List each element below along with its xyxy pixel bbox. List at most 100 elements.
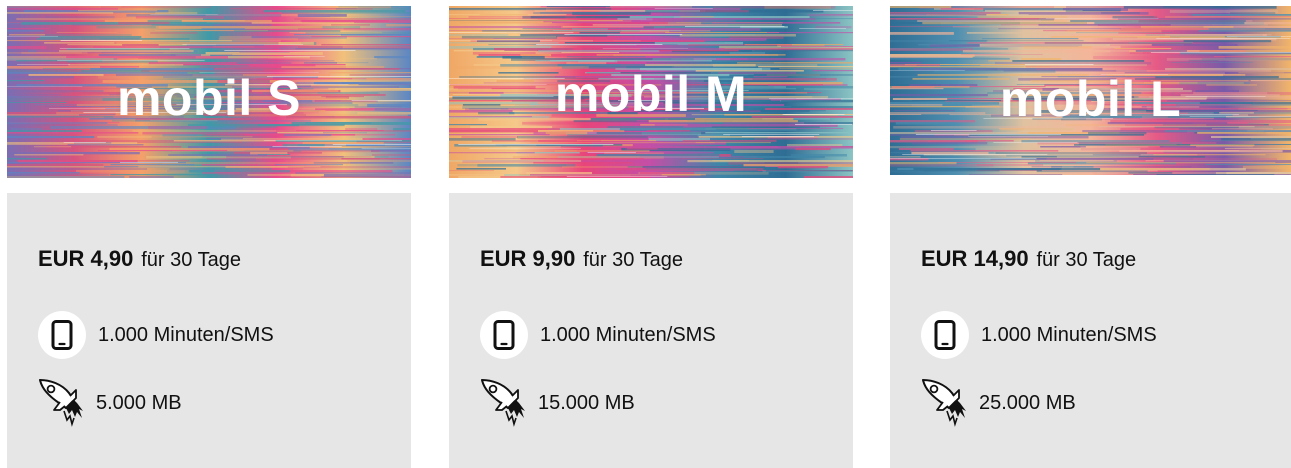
banner-streak <box>658 50 739 52</box>
banner-streak <box>96 26 156 29</box>
banner-streak <box>449 130 538 133</box>
plan-card-mobil-s[interactable]: mobil S EUR 4,90 für 30 Tage 1.000 Minut… <box>7 6 411 468</box>
banner-streak <box>795 148 831 151</box>
banner-streak <box>7 130 82 133</box>
banner-highlight <box>799 28 847 29</box>
banner-streak <box>142 40 232 42</box>
banner-highlight <box>968 136 1049 137</box>
banner-streak <box>278 8 373 10</box>
banner-streak <box>305 32 411 35</box>
banner-streak <box>7 132 139 134</box>
banner-streak <box>303 168 411 170</box>
price-amount: EUR 14,90 <box>921 246 1029 271</box>
banner-streak <box>251 22 355 24</box>
banner-streak <box>122 44 159 46</box>
plan-card-mobil-m[interactable]: mobil M EUR 9,90 für 30 Tage 1.000 Minut… <box>449 6 853 468</box>
banner-streak <box>1080 146 1149 148</box>
banner-streak <box>461 136 518 138</box>
banner-streak <box>815 26 852 29</box>
banner-streak <box>711 126 820 129</box>
banner-streak <box>479 14 528 16</box>
banner-streak <box>281 12 411 14</box>
banner-streak <box>557 156 719 158</box>
banner-streak <box>1163 6 1231 8</box>
banner-streak <box>347 160 411 162</box>
banner-highlight <box>458 144 614 145</box>
banner-streak <box>522 28 666 30</box>
banner-streak <box>7 176 125 178</box>
banner-streak <box>201 28 245 31</box>
banner-streak <box>339 58 377 60</box>
smartphone-icon <box>921 311 969 359</box>
banner-streak <box>890 12 1001 14</box>
banner-streak <box>460 22 552 24</box>
feature-data: 5.000 MB <box>38 378 182 428</box>
banner-streak <box>530 174 662 176</box>
banner-streak <box>7 58 118 61</box>
banner-streak <box>456 168 506 170</box>
plan-banner: mobil S <box>7 6 411 178</box>
banner-streak <box>7 6 122 8</box>
banner-highlight <box>263 140 403 141</box>
banner-streak <box>695 142 771 144</box>
banner-streak <box>239 52 290 53</box>
data-label: 25.000 MB <box>979 391 1076 414</box>
banner-streak <box>277 132 323 134</box>
banner-streak <box>948 18 1056 20</box>
banner-streak <box>8 34 45 36</box>
rocket-icon <box>39 379 83 427</box>
banner-streak <box>1208 28 1291 30</box>
banner-streak <box>682 140 777 142</box>
price-period: für 30 Tage <box>141 249 241 271</box>
banner-streak <box>911 142 988 145</box>
banner-streak <box>1183 40 1272 43</box>
banner-streak <box>592 24 782 26</box>
banner-streak <box>59 50 194 52</box>
banner-streak <box>362 138 411 140</box>
banner-streak <box>449 20 623 22</box>
banner-streak <box>566 56 646 58</box>
banner-streak <box>97 136 152 138</box>
banner-streak <box>449 152 535 154</box>
banner-streak <box>808 14 853 17</box>
minutes-label: 1.000 Minuten/SMS <box>540 323 716 346</box>
banner-streak <box>7 174 109 176</box>
banner-highlight <box>795 124 853 125</box>
banner-streak <box>1088 132 1147 135</box>
banner-streak <box>295 48 411 50</box>
banner-streak <box>676 22 783 24</box>
banner-streak <box>1086 162 1276 164</box>
banner-streak <box>36 38 190 40</box>
banner-streak <box>625 148 797 150</box>
banner-streak <box>613 54 779 56</box>
banner-streak <box>579 32 620 34</box>
banner-highlight <box>150 14 218 15</box>
banner-streak <box>343 156 375 158</box>
banner-streak <box>605 6 692 8</box>
banner-streak <box>1024 128 1075 131</box>
banner-streak <box>93 46 280 48</box>
banner-streak <box>517 136 648 139</box>
banner-streak <box>221 138 370 140</box>
banner-streak <box>449 124 487 126</box>
minutes-label: 1.000 Minuten/SMS <box>981 323 1157 346</box>
banner-streak <box>1074 144 1191 146</box>
plan-cards: mobil S EUR 4,90 für 30 Tage 1.000 Minut… <box>0 0 1291 468</box>
banner-highlight <box>741 136 814 137</box>
banner-streak <box>1205 164 1291 165</box>
banner-streak <box>138 58 269 60</box>
plan-card-mobil-l[interactable]: mobil L EUR 14,90 für 30 Tage 1.000 Minu… <box>890 6 1291 468</box>
price-period: für 30 Tage <box>1036 249 1137 271</box>
banner-streak <box>449 8 546 11</box>
banner-streak <box>98 150 228 152</box>
banner-streak <box>546 6 611 8</box>
banner-streak <box>150 32 198 34</box>
banner-streak <box>554 150 650 152</box>
banner-streak <box>1170 24 1268 26</box>
plan-details: EUR 4,90 für 30 Tage 1.000 Minuten/SMS 5… <box>7 193 411 468</box>
banner-highlight <box>602 48 688 49</box>
banner-streak <box>1070 20 1246 22</box>
smartphone-icon <box>480 311 528 359</box>
banner-streak <box>330 16 411 18</box>
banner-streak <box>680 16 714 18</box>
